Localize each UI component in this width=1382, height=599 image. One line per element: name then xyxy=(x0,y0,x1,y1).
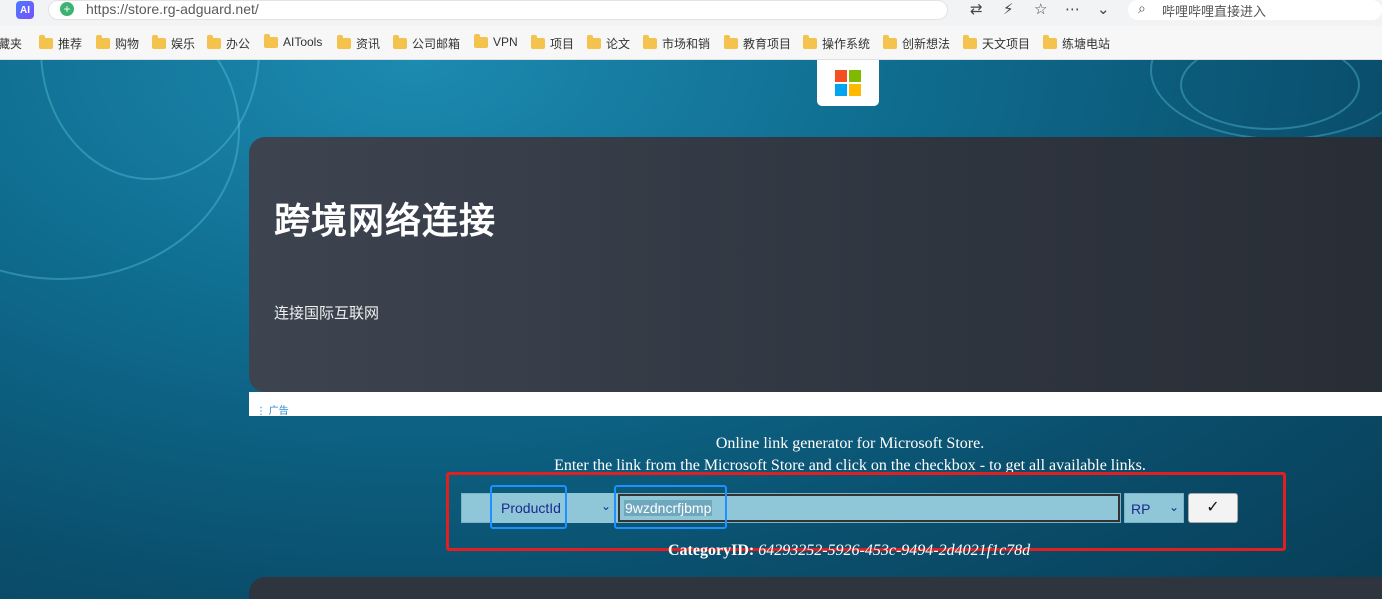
lightning-icon[interactable]: ⚡ xyxy=(1003,0,1014,18)
folder-icon xyxy=(531,35,545,49)
bookmark-label: 教育项目 xyxy=(743,37,792,51)
bookmark-item[interactable]: 市场和销 xyxy=(643,35,713,52)
bookmark-label: 收藏夹 xyxy=(0,37,23,51)
bookmark-label: VPN xyxy=(493,35,518,49)
bookmark-favorites[interactable]: 收藏夹 xyxy=(0,35,22,52)
category-id-label: CategoryID: xyxy=(668,542,755,559)
ai-extension-icon[interactable]: AI xyxy=(16,1,34,19)
bookmark-label: 天文项目 xyxy=(982,37,1031,51)
bookmark-item[interactable]: 推荐 xyxy=(39,35,82,52)
browser-search-placeholder[interactable]: 哔哩哔哩直接进入 xyxy=(1162,1,1266,20)
generator-heading: Online link generator for Microsoft Stor… xyxy=(715,435,985,452)
bookmark-item[interactable]: 论文 xyxy=(587,35,630,52)
bookmark-label: 娱乐 xyxy=(171,37,196,51)
microsoft-logo-icon xyxy=(835,70,861,96)
ad-subtitle: 连接国际互联网 xyxy=(274,305,380,322)
secure-shield-icon[interactable]: + xyxy=(60,2,74,16)
search-icon: ⌕ xyxy=(1138,0,1146,16)
ad-banner[interactable]: 跨境网络连接 连接国际互联网 xyxy=(249,137,1382,392)
folder-icon xyxy=(264,33,278,48)
folder-icon xyxy=(152,35,166,49)
highlight-box-input xyxy=(614,485,727,529)
bookmark-item[interactable]: AITools xyxy=(264,33,323,49)
folder-icon xyxy=(474,33,488,48)
bookmark-item[interactable]: 公司邮箱 xyxy=(393,35,460,52)
folder-icon xyxy=(337,35,351,49)
folder-icon xyxy=(803,35,817,49)
bookmark-item[interactable]: 创新想法 xyxy=(883,35,950,52)
bookmark-label: 推荐 xyxy=(58,37,83,51)
bookmark-item[interactable]: 资讯 xyxy=(337,35,380,52)
folder-icon xyxy=(724,35,738,49)
bookmark-label: 购物 xyxy=(115,37,140,51)
folder-icon xyxy=(207,35,221,49)
bottom-card xyxy=(249,577,1382,599)
browser-toolbar: AI + https://store.rg-adguard.net/ ⇄ ⚡ ☆… xyxy=(0,0,1382,26)
folder-icon xyxy=(96,35,110,49)
bookmark-label: AITools xyxy=(283,35,323,49)
category-id-line: CategoryID: 64293252-5926-453c-9494-2d40… xyxy=(668,542,1030,560)
folder-icon xyxy=(587,35,601,49)
bookmark-label: 创新想法 xyxy=(902,37,951,51)
bookmark-label: 操作系统 xyxy=(822,37,871,51)
folder-icon xyxy=(643,35,657,49)
bookmark-item[interactable]: 练塘电站 xyxy=(1043,35,1113,52)
bookmark-item[interactable]: 办公 xyxy=(207,35,250,52)
folder-icon xyxy=(963,35,977,49)
highlight-box-type xyxy=(490,485,567,529)
web-page: 跨境网络连接 连接国际互联网 ⋮ 广告 Online link generato… xyxy=(0,60,1382,599)
bookmark-label: 公司邮箱 xyxy=(412,37,461,51)
bookmark-label: 练塘电站 xyxy=(1062,37,1111,51)
highlight-box-red xyxy=(446,472,1286,551)
chevron-down-icon[interactable]: ⌄ xyxy=(1097,0,1110,18)
translate-icon[interactable]: ⇄ xyxy=(970,0,983,18)
bookmark-item[interactable]: 项目 xyxy=(531,35,574,52)
address-bar-url[interactable]: https://store.rg-adguard.net/ xyxy=(86,1,259,17)
bookmark-label: 市场和销 xyxy=(662,37,711,51)
bookmark-label: 办公 xyxy=(226,37,251,51)
folder-icon xyxy=(39,35,53,49)
ad-label[interactable]: ⋮ 广告 xyxy=(256,402,289,417)
bookmarks-bar: 收藏夹 推荐 购物 娱乐 办公 AITools 资讯 公司邮箱 VPN 项目 论… xyxy=(0,26,1382,60)
category-id-value: 64293252-5926-453c-9494-2d4021f1c78d xyxy=(758,542,1031,559)
star-icon[interactable]: ☆ xyxy=(1034,0,1047,18)
ad-strip xyxy=(249,392,1382,416)
bookmark-item[interactable]: 购物 xyxy=(96,35,139,52)
more-icon[interactable]: ⋯ xyxy=(1065,0,1080,18)
ad-label-text: 广告 xyxy=(268,406,289,417)
kebab-icon: ⋮ xyxy=(256,406,269,417)
microsoft-logo-card[interactable] xyxy=(817,60,879,106)
bookmark-label: 资讯 xyxy=(356,37,381,51)
bookmark-label: 项目 xyxy=(550,37,575,51)
bookmark-item[interactable]: 教育项目 xyxy=(724,35,791,52)
bookmark-label: 论文 xyxy=(606,37,631,51)
bookmark-item[interactable]: 操作系统 xyxy=(803,35,870,52)
bookmark-item[interactable]: 天文项目 xyxy=(963,35,1030,52)
folder-icon xyxy=(883,35,897,49)
bookmark-item[interactable]: 娱乐 xyxy=(152,35,195,52)
folder-icon xyxy=(1043,35,1057,49)
bookmark-item[interactable]: VPN xyxy=(474,33,518,49)
ad-title: 跨境网络连接 xyxy=(274,200,497,241)
folder-icon xyxy=(393,35,407,49)
